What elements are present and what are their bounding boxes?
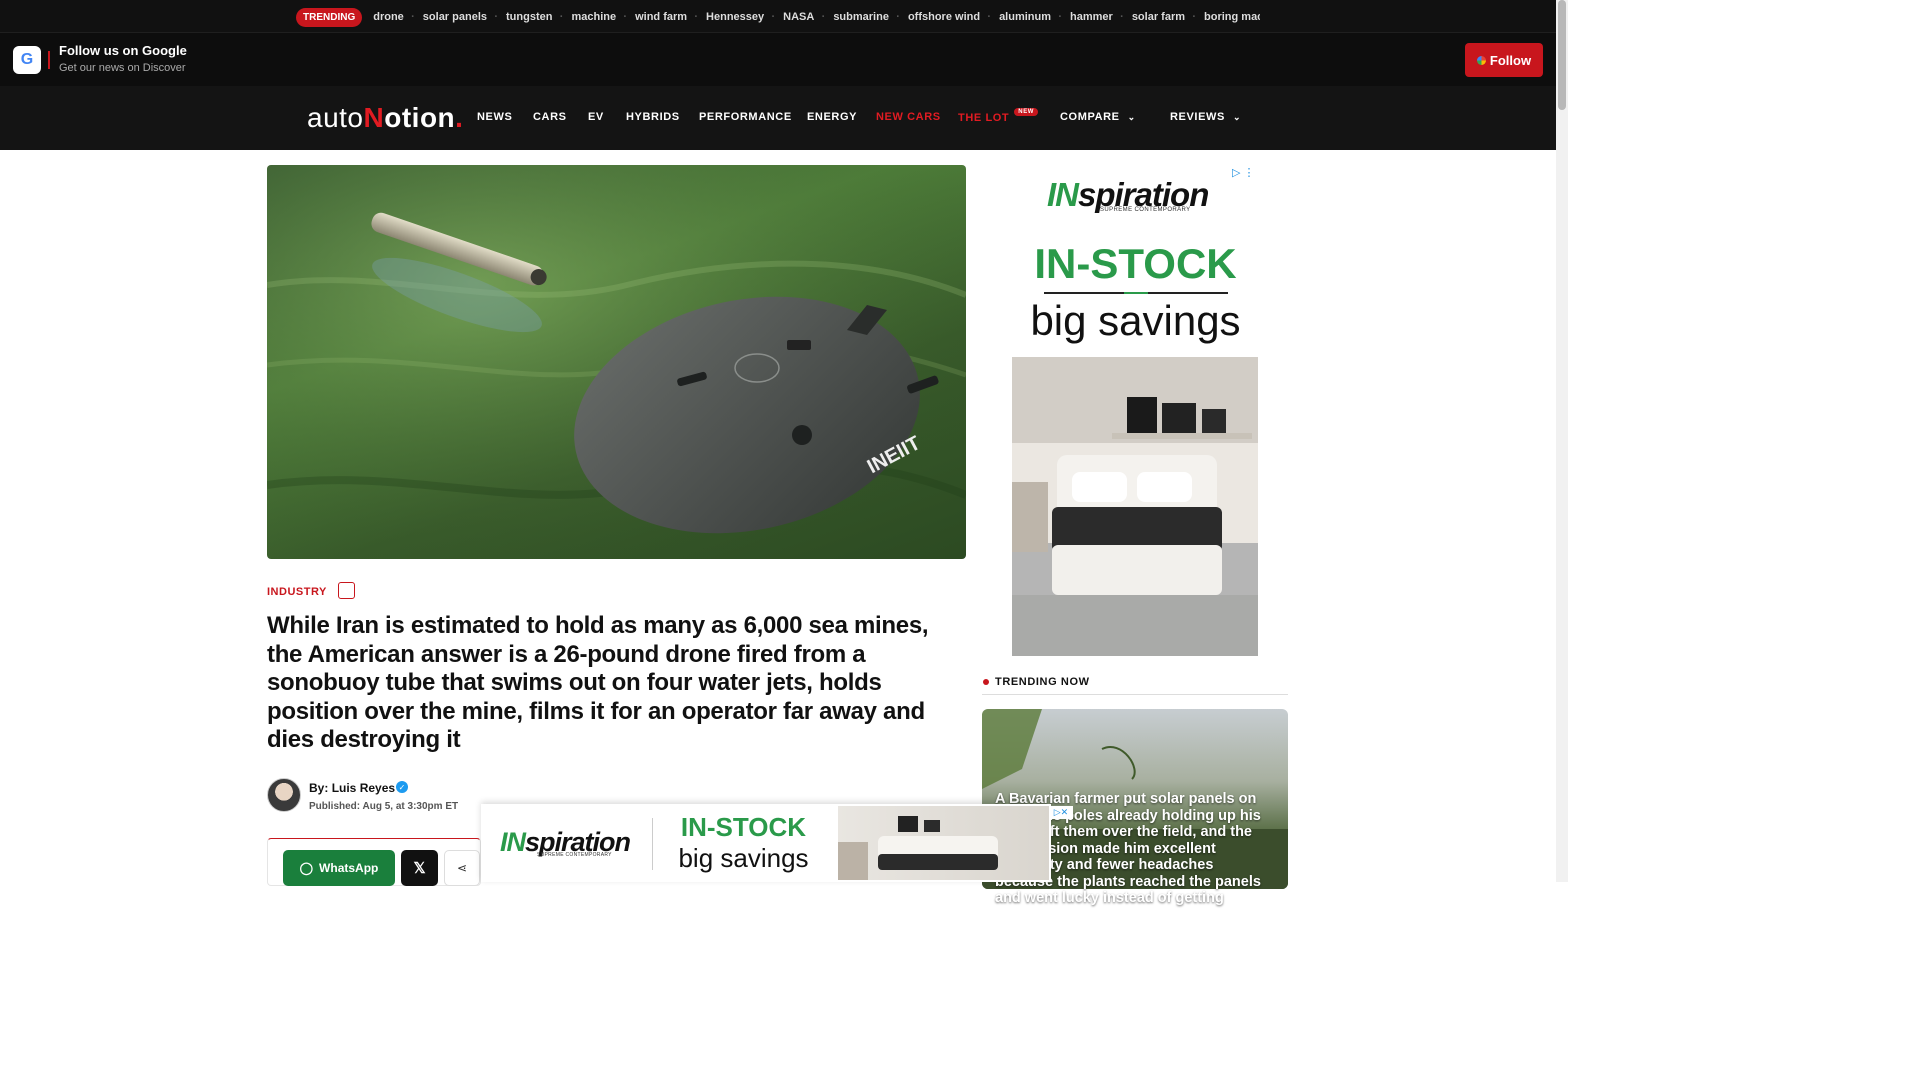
- nav-energy[interactable]: ENERGY: [807, 111, 857, 123]
- nav-the-lot[interactable]: THE LOT NEW: [958, 108, 1039, 124]
- chevron-down-icon: ⌄: [1232, 112, 1242, 122]
- scrollbar-thumb[interactable]: [1558, 0, 1566, 110]
- ad-brand-sub: SUPREME CONTEMPORARY: [1100, 207, 1191, 213]
- hero-image: INEIIT: [267, 165, 966, 559]
- google-icon: G: [13, 46, 41, 74]
- trending-item[interactable]: offshore wind: [908, 11, 991, 23]
- ad-headline: IN-STOCK: [1034, 240, 1237, 287]
- whatsapp-share-button[interactable]: ◯ WhatsApp: [283, 850, 395, 886]
- article-headline: While Iran is estimated to hold as many …: [267, 612, 929, 753]
- site-logo[interactable]: autoNotion.: [307, 102, 463, 134]
- trending-item[interactable]: machine: [571, 11, 626, 23]
- trending-item[interactable]: solar farm: [1132, 11, 1196, 23]
- nav-reviews-label: REVIEWS: [1170, 111, 1225, 123]
- bed-illustration: [1012, 357, 1258, 656]
- divider: [982, 694, 1288, 695]
- avatar[interactable]: [267, 778, 301, 812]
- verified-icon: ✓: [396, 781, 408, 793]
- bottom-ad-sub: SUPREME CONTEMPORARY: [537, 852, 612, 858]
- new-badge: NEW: [1014, 108, 1039, 116]
- trending-item[interactable]: submarine: [833, 11, 899, 23]
- trending-dot: [983, 679, 989, 685]
- ad-choices-icon[interactable]: ▷✕: [1049, 806, 1073, 819]
- ad-logo-in: IN: [1047, 176, 1079, 213]
- nav-reviews[interactable]: REVIEWS ⌄: [1170, 111, 1241, 123]
- follow-subtitle: Get our news on Discover: [59, 62, 186, 74]
- hero-illustration: INEIIT: [267, 165, 966, 559]
- trending-list: TRENDING drone solar panels tungsten machin…: [296, 6, 1260, 28]
- x-share-button[interactable]: 𝕏: [401, 850, 438, 886]
- bottom-ad-logo-in: IN: [500, 827, 526, 857]
- nav-the-lot-label: THE LOT: [958, 112, 1010, 124]
- bottom-ad-subline: big savings: [678, 843, 809, 873]
- logo-rest: otion: [384, 102, 456, 133]
- nav-compare[interactable]: COMPARE ⌄: [1060, 111, 1136, 123]
- byline-prefix: By:: [309, 781, 329, 795]
- bottom-ad-headline: IN-STOCK: [680, 812, 807, 842]
- divider: [48, 51, 50, 69]
- bottom-bed-illustration: [838, 816, 998, 880]
- bottom-ad-image[interactable]: [838, 806, 1049, 880]
- nav-cars[interactable]: CARS: [533, 111, 567, 123]
- nav-compare-label: COMPARE: [1060, 111, 1120, 123]
- divider: [652, 818, 653, 870]
- chevron-down-icon: ⌄: [1127, 112, 1136, 122]
- author-byline[interactable]: By: Luis Reyes: [309, 781, 395, 795]
- whatsapp-label: WhatsApp: [319, 861, 379, 875]
- divider-accent: [1124, 292, 1148, 294]
- trending-item[interactable]: drone: [373, 11, 414, 23]
- nav-performance[interactable]: PERFORMANCE: [699, 111, 792, 123]
- rss-icon[interactable]: [338, 582, 355, 599]
- follow-title: Follow us on Google: [59, 43, 187, 58]
- trending-item[interactable]: hammer: [1070, 11, 1124, 23]
- nav-news[interactable]: NEWS: [477, 111, 512, 123]
- trending-item[interactable]: boring machines: [1204, 11, 1260, 23]
- follow-button[interactable]: Follow: [1465, 43, 1543, 77]
- main-nav: autoNotion. NEWS CARS EV HYBRIDS PERFORM…: [0, 86, 1556, 150]
- published-date: Published: Aug 5, at 3:30pm ET: [309, 801, 459, 812]
- google-dot-icon: [1476, 55, 1486, 65]
- trending-item[interactable]: NASA: [783, 11, 825, 23]
- trending-item[interactable]: Hennessey: [706, 11, 775, 23]
- ad-choices-icon[interactable]: ▷ ⋮: [1232, 166, 1255, 179]
- trending-item[interactable]: wind farm: [635, 11, 698, 23]
- logo-dot: .: [455, 102, 464, 133]
- logo-prefix: auto: [307, 102, 364, 133]
- logo-n: N: [363, 102, 385, 133]
- trending-item[interactable]: tungsten: [506, 11, 564, 23]
- scrollbar[interactable]: [1556, 0, 1568, 882]
- trending-item[interactable]: aluminum: [999, 11, 1062, 23]
- trending-pill: TRENDING: [296, 7, 363, 27]
- trending-now-heading: TRENDING NOW: [995, 676, 1090, 688]
- follow-button-label: Follow: [1489, 52, 1532, 68]
- share-icon[interactable]: ⋖: [444, 850, 480, 886]
- author-name: Luis Reyes: [331, 781, 396, 795]
- ad-bed-image[interactable]: [1012, 357, 1258, 656]
- whatsapp-icon: ◯: [299, 861, 314, 875]
- ad-subline: big savings: [1030, 297, 1241, 344]
- nav-hybrids[interactable]: HYBRIDS: [626, 111, 680, 123]
- trending-bar: TRENDING drone solar panels tungsten machin…: [0, 0, 1556, 32]
- category-label[interactable]: INDUSTRY: [267, 586, 327, 598]
- nav-ev[interactable]: EV: [588, 111, 604, 123]
- google-follow-bar: G Follow us on Google Get our news on Di…: [0, 32, 1556, 86]
- nav-new-cars[interactable]: NEW CARS: [876, 111, 941, 123]
- trending-item[interactable]: solar panels: [423, 11, 498, 23]
